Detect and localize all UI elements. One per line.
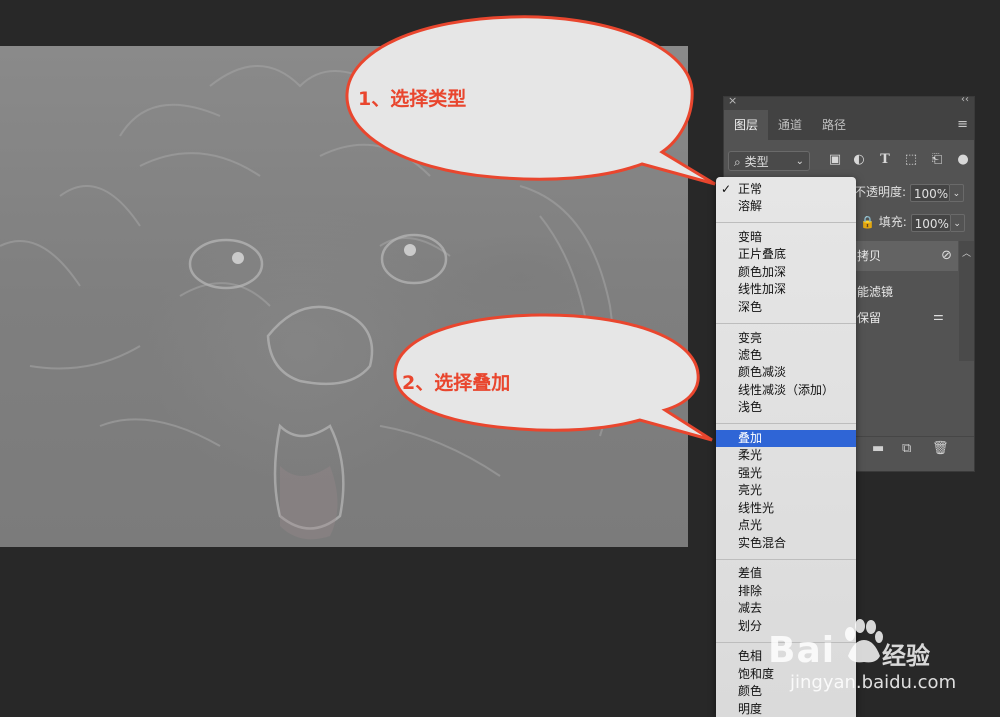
tab-channels[interactable]: 通道: [768, 110, 812, 140]
lock-icon[interactable]: 🔒: [860, 215, 875, 229]
menu-item-hard-mix[interactable]: 实色混合: [716, 535, 856, 552]
filter-kind-select[interactable]: ⌕ 类型 ⌄: [728, 151, 810, 171]
menu-divider: [716, 323, 856, 324]
search-icon: ⌕: [734, 155, 741, 169]
panel-titlebar: × ‹‹: [724, 94, 974, 110]
menu-item-darken[interactable]: 变暗: [716, 229, 856, 246]
panel-tabs: 图层 通道 路径 ≡: [724, 110, 974, 140]
menu-item-darker-color[interactable]: 深色: [716, 299, 856, 316]
fill-input[interactable]: 100%: [910, 213, 951, 232]
fill-control: 🔒 填充: 100% ⌄: [860, 213, 965, 232]
opacity-label: 不透明度:: [854, 185, 907, 199]
collapse-icon[interactable]: ‹‹: [961, 94, 969, 105]
filter-toggle-icon[interactable]: ●: [956, 153, 970, 167]
checkmark-icon: ✓: [721, 182, 732, 196]
close-icon[interactable]: ×: [728, 94, 737, 107]
menu-item-overlay[interactable]: 叠加: [716, 430, 856, 447]
smart-object-icon: ⊘: [941, 248, 952, 263]
menu-item-multiply[interactable]: 正片叠底: [716, 246, 856, 263]
menu-divider: [716, 222, 856, 223]
paw-icon: [845, 619, 883, 663]
layer-name: 拷贝: [857, 249, 882, 263]
adjustment-filter-icon[interactable]: ◐: [852, 153, 866, 167]
menu-item-vivid-light[interactable]: 亮光: [716, 482, 856, 499]
filter-item-label: 保留: [857, 311, 882, 325]
shape-filter-icon[interactable]: ⬚: [904, 153, 918, 167]
panel-menu-icon[interactable]: ≡: [957, 117, 968, 132]
menu-item-pin-light[interactable]: 点光: [716, 517, 856, 534]
filter-options-icon[interactable]: ⚌: [933, 309, 944, 323]
baidu-jingyan-watermark: Bai 经验 jingyan.baidu.com: [768, 608, 1000, 717]
opacity-control: 不透明度: 100% ⌄: [854, 183, 964, 202]
menu-item-label: 正常: [738, 182, 763, 196]
watermark-url: jingyan.baidu.com: [790, 672, 957, 693]
menu-item-dissolve[interactable]: 溶解: [716, 198, 856, 215]
filter-kind-label: 类型: [744, 155, 769, 169]
menu-divider: [716, 423, 856, 424]
smart-filters-row[interactable]: 能滤镜: [857, 283, 893, 300]
chevron-up-icon[interactable]: ︿: [962, 246, 971, 259]
smart-filters-label: 能滤镜: [857, 285, 894, 299]
menu-item-linear-burn[interactable]: 线性加深: [716, 281, 856, 298]
menu-divider: [716, 559, 856, 560]
trash-icon[interactable]: 🗑: [932, 441, 949, 456]
menu-item-color-burn[interactable]: 颜色加深: [716, 264, 856, 281]
new-layer-icon[interactable]: ⧉: [902, 441, 911, 456]
callout-step2-text: 2、选择叠加: [402, 372, 511, 394]
menu-item-normal[interactable]: ✓ 正常: [716, 181, 856, 198]
menu-item-soft-light[interactable]: 柔光: [716, 447, 856, 464]
chevron-down-icon: ⌄: [795, 156, 804, 167]
smart-object-filter-icon[interactable]: ⎗: [930, 153, 944, 167]
fill-label: 填充:: [878, 215, 907, 229]
layers-scrollbar[interactable]: ︿: [959, 241, 974, 361]
new-group-icon[interactable]: ▬: [872, 441, 884, 456]
layer-filter-row: ⌕ 类型 ⌄ ▣ ◐ T ⬚ ⎗ ●: [728, 151, 970, 173]
type-filter-icon[interactable]: T: [878, 153, 892, 167]
menu-item-linear-light[interactable]: 线性光: [716, 500, 856, 517]
menu-item-hard-light[interactable]: 强光: [716, 465, 856, 482]
menu-item-color-dodge[interactable]: 颜色减淡: [716, 364, 856, 381]
menu-item-lighter-color[interactable]: 浅色: [716, 399, 856, 416]
menu-item-exclusion[interactable]: 排除: [716, 583, 856, 600]
tab-paths[interactable]: 路径: [812, 110, 856, 140]
tab-layers[interactable]: 图层: [724, 110, 769, 140]
menu-item-difference[interactable]: 差值: [716, 565, 856, 582]
menu-item-screen[interactable]: 滤色: [716, 347, 856, 364]
chevron-down-icon[interactable]: ⌄: [949, 183, 964, 202]
menu-item-linear-dodge[interactable]: 线性减淡（添加）: [716, 382, 856, 399]
opacity-input[interactable]: 100%: [909, 183, 950, 202]
chevron-down-icon[interactable]: ⌄: [950, 213, 965, 232]
menu-item-lighten[interactable]: 变亮: [716, 330, 856, 347]
image-filter-icon[interactable]: ▣: [828, 153, 842, 167]
watermark-brand: Bai: [768, 630, 836, 671]
callout-step1-text: 1、选择类型: [358, 88, 467, 110]
watermark-suffix: 经验: [882, 642, 930, 670]
filter-item-row[interactable]: 保留 ⚌: [857, 309, 944, 326]
